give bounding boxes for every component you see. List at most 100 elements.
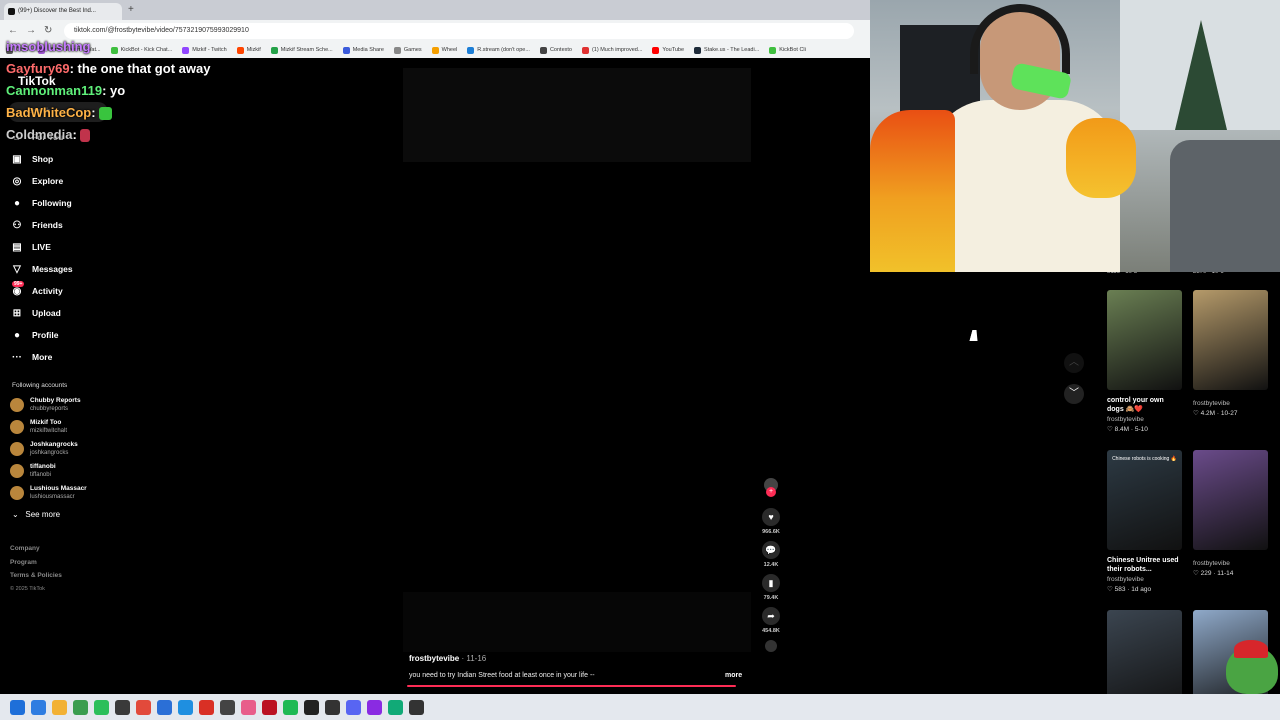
taskbar-app-icon[interactable] — [304, 699, 319, 715]
sidebar-item-more[interactable]: ··· More — [10, 346, 73, 368]
taskbar-app-icon[interactable] — [73, 699, 88, 715]
heart-icon[interactable]: ♥ — [762, 508, 780, 526]
video-card-stats: ♡ 4.2M · 10-27 — [1193, 410, 1238, 417]
video-card-author[interactable]: frostbytevibe — [1193, 560, 1268, 567]
sidebar-item-shop[interactable]: ▣ Shop — [10, 148, 73, 170]
bookmark-item[interactable]: (1) Much improved... — [581, 45, 642, 55]
windows-start-icon[interactable] — [10, 699, 25, 715]
bookmark-item[interactable]: Mizkif — [236, 45, 261, 55]
video-card-title: Chinese Unitree used their robots... — [1107, 557, 1179, 573]
bookmark-label: Stake.us - The Leadi... — [704, 47, 760, 53]
sidebar-item-live[interactable]: ▤ LIVE — [10, 236, 73, 258]
bookmark-label: R.stream (don't ope... — [477, 47, 530, 53]
live-icon: ▤ — [12, 241, 22, 253]
webcam-tv — [900, 25, 980, 115]
bookmark-item[interactable]: Media Share — [342, 45, 384, 55]
see-more-button[interactable]: ⌄ See more — [12, 510, 60, 519]
video-author[interactable]: frostbytevibe · 11-16 — [409, 654, 486, 663]
video-card-author[interactable]: frostbytevibe — [1193, 400, 1268, 407]
taskbar-app-icon[interactable] — [31, 699, 46, 715]
bookmark-item[interactable]: Stake.us - The Leadi... — [694, 45, 759, 55]
sidebar-item-label: Upload — [32, 308, 61, 318]
following-account[interactable]: Joshkangrocks joshkangrocks — [10, 438, 87, 460]
footer-link-program[interactable]: Program — [10, 556, 62, 570]
share-count: 454.8K — [762, 628, 780, 634]
video-thumbnail[interactable] — [1107, 290, 1182, 390]
taskbar-app-icon[interactable] — [157, 699, 172, 715]
following-account[interactable]: Mizkif Too mizkiftwitchalt — [10, 416, 87, 438]
taskbar-app-icon[interactable] — [283, 699, 298, 715]
following-account[interactable]: Lushious Massacr lushiousmassacr — [10, 482, 87, 504]
sidebar-item-profile[interactable]: ● Profile — [10, 324, 73, 346]
video-thumbnail[interactable] — [1193, 450, 1268, 550]
following-account[interactable]: tiffanobi tiffanobi — [10, 460, 87, 482]
caption-more-button[interactable]: more — [725, 672, 742, 679]
taskbar-app-icon[interactable] — [178, 699, 193, 715]
stream-chat-overlay: imsoblushing Gayfury69: the one that got … — [6, 36, 210, 146]
avatar — [10, 486, 24, 500]
video-card[interactable]: frostbytevibe ♡ 229 · 11-14 — [1193, 450, 1268, 577]
sidebar-item-upload[interactable]: ⊞ Upload — [10, 302, 73, 324]
bookmark-favicon-icon — [694, 46, 702, 54]
reload-icon[interactable]: ↻ — [44, 25, 52, 36]
bookmark-item[interactable]: R.stream (don't ope... — [467, 45, 530, 55]
comment-icon[interactable]: 💬 — [762, 541, 780, 559]
video-thumbnail[interactable]: Chinese robots is cooking 🔥 — [1107, 450, 1182, 550]
taskbar-app-icon[interactable] — [220, 699, 235, 715]
previous-video-button[interactable]: ︿ — [1064, 353, 1084, 373]
taskbar-app-icon[interactable] — [262, 699, 277, 715]
taskbar-app-icon[interactable] — [241, 699, 256, 715]
forward-arrow-icon[interactable]: → — [26, 25, 36, 36]
bookmark-item[interactable]: KickBot Cli — [769, 45, 806, 55]
video-progress-bar[interactable] — [407, 685, 737, 687]
creator-avatar[interactable]: + — [764, 478, 778, 497]
video-card-author[interactable]: frostbytevibe — [1107, 416, 1182, 423]
bookmark-icon[interactable]: ▮ — [762, 574, 780, 592]
follow-plus-icon[interactable]: + — [766, 487, 776, 497]
browser-tab[interactable]: (99+) Discover the Best Ind... — [4, 3, 122, 20]
taskbar-app-icon[interactable] — [346, 699, 361, 715]
following-avatar-icon: ● — [13, 197, 21, 209]
taskbar-app-icon[interactable] — [115, 699, 130, 715]
video-card[interactable]: control your own dogs 🙈❤️ frostbytevibe ♡ … — [1107, 290, 1182, 433]
sidebar-item-messages[interactable]: ▽ Messages — [10, 258, 73, 280]
taskbar-app-icon[interactable] — [325, 699, 340, 715]
taskbar-app-icon[interactable] — [52, 699, 67, 715]
sidebar-item-explore[interactable]: ◎ Explore — [10, 170, 73, 192]
bookmark-item[interactable]: Mizkif Stream Sche... — [270, 45, 333, 55]
like-action[interactable]: ♥ 966.6K — [760, 508, 782, 535]
share-action[interactable]: ➦ 454.8K — [760, 607, 782, 634]
taskbar-app-icon[interactable] — [136, 699, 151, 715]
bookmark-item[interactable]: Contexto — [539, 45, 572, 55]
taskbar-app-icon[interactable] — [367, 699, 382, 715]
bookmark-item[interactable]: Wheel — [431, 45, 457, 55]
video-card-author[interactable]: frostbytevibe — [1107, 576, 1182, 583]
bookmark-favicon-icon — [236, 46, 244, 54]
friends-icon: ⚇ — [12, 219, 22, 231]
taskbar-app-icon[interactable] — [94, 699, 109, 715]
video-player[interactable]: frostbytevibe · 11-16 you need to try In… — [120, 58, 870, 694]
footer-link-terms[interactable]: Terms & Policies — [10, 569, 62, 583]
new-tab-plus-icon[interactable]: + — [128, 4, 134, 15]
sidebar-item-following[interactable]: ● Following — [10, 192, 73, 214]
save-action[interactable]: ▮ 79.4K — [760, 574, 782, 601]
copyright: © 2025 TikTok — [10, 585, 45, 592]
bookmark-item[interactable]: Games — [393, 45, 422, 55]
music-disc-icon[interactable] — [765, 640, 777, 652]
share-icon[interactable]: ➦ — [762, 607, 780, 625]
taskbar-app-icon[interactable] — [409, 699, 424, 715]
sidebar-item-label: Messages — [32, 264, 73, 274]
following-account[interactable]: Chubby Reports chubbyreports — [10, 394, 87, 416]
footer-link-company[interactable]: Company — [10, 542, 62, 556]
video-card[interactable]: frostbytevibe ♡ 4.2M · 10-27 — [1193, 290, 1268, 417]
sidebar-item-activity[interactable]: ◉ 99+ Activity — [10, 280, 73, 302]
video-card[interactable]: Chinese robots is cooking 🔥 Chinese Unitr… — [1107, 450, 1182, 593]
taskbar-app-icon[interactable] — [388, 699, 403, 715]
comment-action[interactable]: 💬 12.4K — [760, 541, 782, 568]
next-video-button[interactable]: ﹀ — [1064, 384, 1084, 404]
bookmark-item[interactable]: YouTube — [652, 45, 684, 55]
sidebar-item-friends[interactable]: ⚇ Friends — [10, 214, 73, 236]
taskbar-app-icon[interactable] — [199, 699, 214, 715]
video-thumbnail[interactable] — [1193, 290, 1268, 390]
back-arrow-icon[interactable]: ← — [8, 25, 18, 36]
